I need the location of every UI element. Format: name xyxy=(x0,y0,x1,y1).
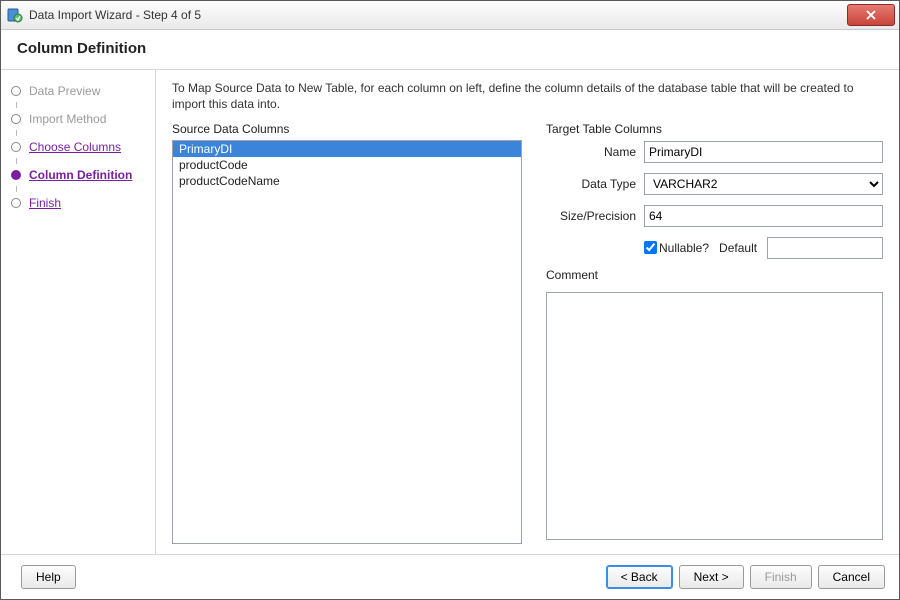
window-close-button[interactable] xyxy=(847,4,895,26)
label-size-precision: Size/Precision xyxy=(560,209,636,223)
app-icon xyxy=(7,7,23,23)
label-default: Default xyxy=(719,241,757,255)
wizard-steps-sidebar: Data Preview Import Method Choose Column… xyxy=(1,70,156,554)
label-data-type: Data Type xyxy=(582,177,636,191)
target-columns-panel: Target Table Columns Name Data Type VARC… xyxy=(546,122,883,544)
list-item[interactable]: PrimaryDI xyxy=(173,141,521,157)
size-precision-field[interactable] xyxy=(644,205,883,227)
name-field[interactable] xyxy=(644,141,883,163)
source-columns-label: Source Data Columns xyxy=(172,122,522,136)
step-choose-columns[interactable]: Choose Columns xyxy=(1,136,155,158)
comment-field[interactable] xyxy=(546,292,883,540)
wizard-footer: Help < Back Next > Finish Cancel xyxy=(1,554,899,599)
page-title: Column Definition xyxy=(17,40,883,57)
wizard-header: Column Definition xyxy=(1,30,899,70)
target-columns-label: Target Table Columns xyxy=(546,122,883,136)
source-columns-panel: Source Data Columns PrimaryDI productCod… xyxy=(172,122,522,544)
nullable-checkbox[interactable] xyxy=(644,241,657,254)
step-column-definition[interactable]: Column Definition xyxy=(1,164,155,186)
target-column-form: Name Data Type VARCHAR2 Size/Precision xyxy=(546,140,883,544)
list-item[interactable]: productCode xyxy=(173,157,521,173)
source-columns-listbox[interactable]: PrimaryDI productCode productCodeName xyxy=(172,140,522,544)
step-finish[interactable]: Finish xyxy=(1,192,155,214)
finish-button[interactable]: Finish xyxy=(750,565,812,589)
wizard-window: Data Import Wizard - Step 4 of 5 Column … xyxy=(0,0,900,600)
default-field[interactable] xyxy=(767,237,883,259)
label-name: Name xyxy=(604,145,636,159)
titlebar: Data Import Wizard - Step 4 of 5 xyxy=(1,1,899,30)
step-data-preview: Data Preview xyxy=(1,80,155,102)
list-item[interactable]: productCodeName xyxy=(173,173,521,189)
cancel-button[interactable]: Cancel xyxy=(818,565,885,589)
help-button[interactable]: Help xyxy=(21,565,76,589)
wizard-body: Data Preview Import Method Choose Column… xyxy=(1,70,899,554)
label-comment: Comment xyxy=(546,268,598,282)
window-title: Data Import Wizard - Step 4 of 5 xyxy=(29,8,847,22)
panels: Source Data Columns PrimaryDI productCod… xyxy=(172,122,883,544)
instructions-text: To Map Source Data to New Table, for eac… xyxy=(172,80,883,112)
next-button[interactable]: Next > xyxy=(679,565,744,589)
wizard-main: To Map Source Data to New Table, for eac… xyxy=(156,70,899,554)
nullable-checkbox-label[interactable]: Nullable? xyxy=(644,241,709,255)
back-button[interactable]: < Back xyxy=(606,565,673,589)
data-type-select[interactable]: VARCHAR2 xyxy=(644,173,883,195)
step-import-method: Import Method xyxy=(1,108,155,130)
